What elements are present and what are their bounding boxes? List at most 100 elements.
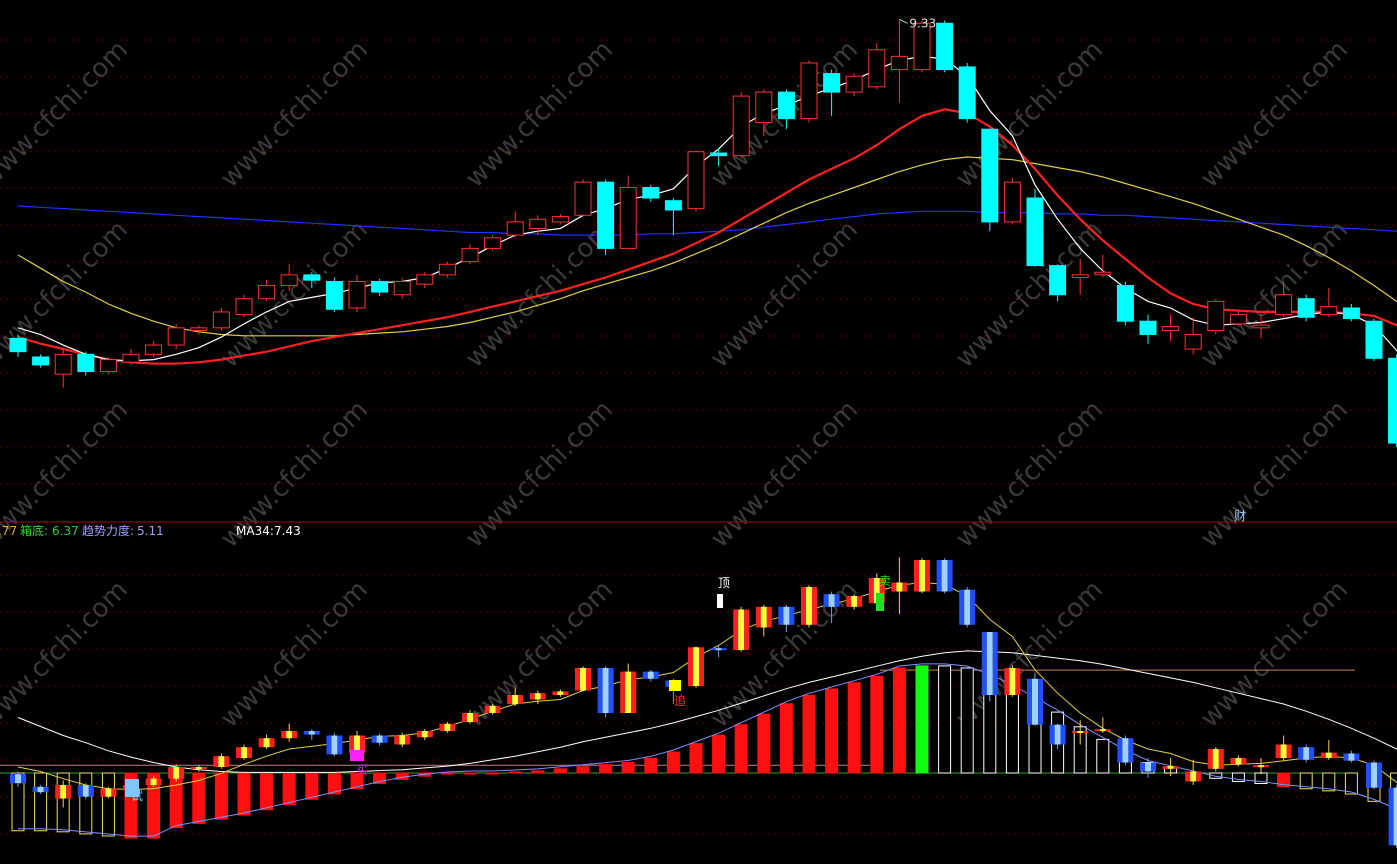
indicator-candle-body (1038, 678, 1043, 725)
candle-body (1026, 197, 1044, 267)
indicator-candle-body (941, 560, 948, 592)
indicator-panel[interactable]: 顶 卖 追 买 试 (0, 557, 1397, 864)
candle (1184, 317, 1202, 355)
marker-cai: 财 (1234, 509, 1246, 523)
candle-body (1252, 324, 1270, 329)
indicator-candle-body (1004, 668, 1010, 695)
candle-body (1229, 314, 1247, 325)
indicator-candle-body (484, 705, 490, 713)
candle-body (235, 298, 253, 316)
candle (845, 73, 863, 97)
candle-body (551, 216, 569, 223)
indicator-info-bar: .77 箱底: 6.37 趋势力度: 5.11 MA34: 7.43 (0, 523, 301, 538)
histogram-bar (1344, 772, 1358, 795)
indicator-candle-body (1325, 752, 1332, 758)
indicator-candle-body (303, 731, 309, 735)
indicator-candle-body (1303, 747, 1310, 760)
indicator-candle (1027, 672, 1043, 726)
indicator-candle-body (421, 731, 428, 738)
indicator-candle-body (891, 582, 897, 592)
indicator-candle-body (699, 647, 704, 686)
stock-chart[interactable]: www.cfchi.com www.cfchi.com www.cfchi.com w… (0, 0, 1397, 864)
indicator-candle (710, 644, 727, 658)
candle-body (1207, 300, 1225, 331)
histogram-bar (34, 772, 48, 832)
candle-body (9, 337, 27, 353)
indicator-candle-body (529, 693, 535, 700)
indicator-candle-body (1117, 738, 1123, 763)
indicator-candle (281, 723, 298, 742)
indicator-candle-body (416, 731, 422, 738)
candle (325, 277, 343, 312)
indicator-candle-body (575, 668, 580, 691)
histogram-bar (237, 772, 251, 816)
histogram-bar (305, 772, 319, 800)
indicator-candle-body (1128, 738, 1134, 763)
indicator-candle-body (602, 668, 609, 713)
candle (597, 179, 615, 255)
indicator-candle-body (382, 735, 388, 743)
candle (936, 20, 954, 73)
indicator-candle (936, 558, 953, 594)
indicator-candle-body (1140, 762, 1145, 772)
candle-body (800, 62, 818, 120)
indicator-candle-body (82, 785, 89, 797)
indicator-candle-body (55, 785, 61, 799)
indicator-candle-body (1094, 729, 1100, 732)
watermark-text: www.cfchi.com (215, 575, 374, 734)
candle (574, 179, 592, 217)
indicator-candle-body (281, 731, 287, 739)
indicator-candle (303, 729, 320, 740)
indicator-candle (891, 557, 908, 614)
indicator-candle-body (473, 713, 478, 722)
indicator-candle (801, 585, 817, 628)
indicator-candle-body (642, 671, 648, 679)
indicator-candle-body (190, 767, 196, 769)
trend-label: 趋势力度: (82, 523, 134, 538)
candle (868, 43, 886, 90)
indicator-candle-body (1258, 765, 1264, 768)
histogram-bar (214, 772, 228, 820)
indicator-candle (1298, 744, 1315, 763)
indicator-candle (552, 689, 569, 697)
indicator-candle (439, 722, 456, 733)
indicator-candle-body (88, 785, 94, 797)
indicator-candle-body (540, 693, 546, 700)
indicator-candle-body (760, 606, 767, 628)
histogram-bar (599, 764, 613, 774)
indicator-candle-body (444, 723, 451, 731)
indicator-candle-body (823, 594, 829, 607)
price-panel[interactable]: 9.335.86财 (0, 16, 1397, 523)
watermark-text: www.cfchi.com (705, 395, 864, 554)
indicator-candle-body (1190, 771, 1197, 782)
indicator-candle-body (224, 756, 230, 767)
indicator-candle-body (936, 560, 942, 592)
indicator-candle-body (1185, 771, 1191, 782)
watermark-text: www.cfchi.com (705, 215, 864, 374)
histogram-bar (644, 757, 658, 774)
indicator-candle-body (563, 691, 569, 695)
histogram-bar (734, 724, 748, 774)
high-value-label: 9.33 (909, 16, 936, 30)
candle-body (167, 327, 185, 346)
candle-body (981, 128, 999, 223)
indicator-candle-body (1377, 762, 1382, 788)
price-grid (0, 39, 1397, 485)
candle-body (325, 280, 343, 310)
histogram-bar (463, 772, 477, 775)
candle (1049, 264, 1067, 302)
candle (1003, 178, 1021, 225)
indicator-candle-body (495, 705, 501, 713)
histogram-bar (1005, 686, 1019, 774)
indicator-candle-body (947, 560, 953, 592)
candle (461, 244, 479, 265)
candle-body (1388, 357, 1397, 444)
indicator-candle-body (21, 774, 26, 784)
indicator-candle-body (851, 596, 858, 607)
indicator-candle-body (247, 747, 252, 758)
indicator-candle-body (1354, 753, 1360, 761)
watermark-text: www.cfchi.com (460, 395, 619, 554)
indicator-candle-body (105, 788, 112, 797)
candle-body (687, 151, 705, 210)
indicator-candle-body (1015, 668, 1021, 695)
